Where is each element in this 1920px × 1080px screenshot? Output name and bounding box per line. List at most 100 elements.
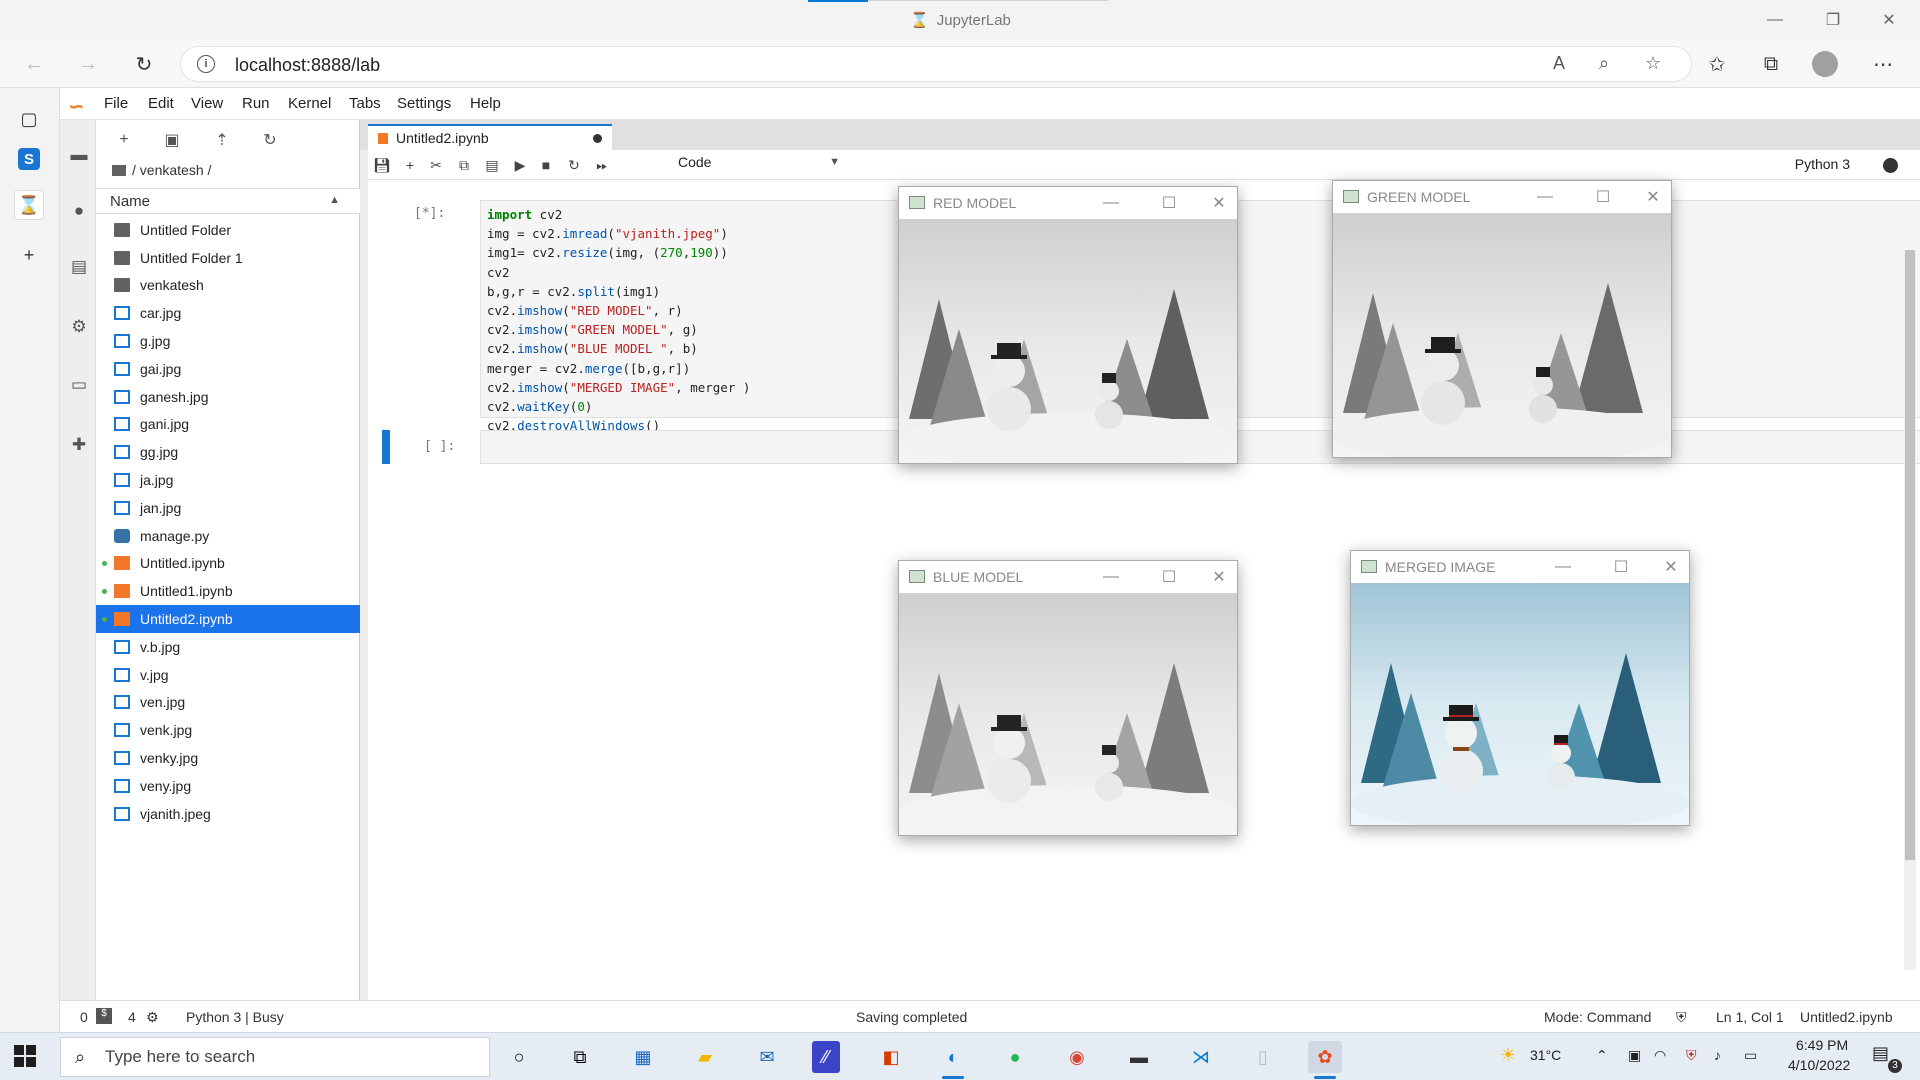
file-name[interactable]: gai.jpg (140, 361, 181, 377)
file-list-item[interactable]: vjanith.jpeg (96, 800, 360, 828)
chevron-down-icon[interactable]: ▼ (829, 156, 840, 168)
notepad-icon[interactable]: ▯ (1246, 1041, 1280, 1073)
office-icon[interactable]: ◧ (874, 1041, 908, 1073)
file-list-item[interactable]: veny.jpg (96, 772, 360, 800)
unsaved-dot-icon[interactable] (593, 134, 602, 143)
cut-icon[interactable]: ✂ (424, 155, 448, 175)
powerapps-icon[interactable]: ⁄⁄ (812, 1041, 840, 1073)
more-menu-icon[interactable]: ⋯ (1866, 48, 1900, 80)
menu-settings[interactable]: Settings (397, 95, 451, 112)
file-name[interactable]: ven.jpg (140, 694, 185, 710)
minimize-button[interactable]: — (1752, 0, 1798, 40)
file-name[interactable]: g.jpg (140, 333, 170, 349)
copy-icon[interactable]: ⧉ (452, 155, 476, 175)
refresh-files-icon[interactable]: ↻ (256, 128, 284, 152)
commands-icon[interactable]: ▤ (68, 256, 90, 278)
file-name[interactable]: Untitled1.ipynb (140, 583, 233, 599)
add-app-icon[interactable]: + (14, 240, 44, 270)
file-name[interactable]: ja.jpg (140, 472, 173, 488)
extensions-icon[interactable]: ✚ (68, 434, 90, 456)
menu-view[interactable]: View (191, 95, 223, 112)
url-text[interactable]: localhost:8888/lab (235, 55, 380, 76)
file-list-item[interactable]: Untitled Folder (96, 216, 360, 244)
minimize-icon[interactable]: — (1543, 555, 1583, 579)
device-icon[interactable]: ▣ (1628, 1047, 1641, 1064)
file-list-item[interactable]: manage.py (96, 522, 360, 550)
menu-help[interactable]: Help (470, 95, 501, 112)
file-list-item[interactable]: gai.jpg (96, 355, 360, 383)
scroll-thumb[interactable] (1905, 250, 1915, 860)
taskbar-search[interactable]: ⌕ Type here to search (60, 1037, 490, 1077)
maximize-icon[interactable]: ☐ (1149, 191, 1189, 215)
running-icon[interactable]: ● (68, 200, 90, 222)
wifi-icon[interactable]: ◠ (1654, 1047, 1666, 1064)
file-list-item[interactable]: venk.jpg (96, 716, 360, 744)
close-icon[interactable]: ✕ (1651, 555, 1691, 579)
file-list-item[interactable]: v.jpg (96, 661, 360, 689)
weather-icon[interactable]: ☀ (1500, 1045, 1516, 1066)
run-all-icon[interactable]: ⏩︎ (590, 155, 614, 175)
notebook-scrollbar[interactable] (1904, 250, 1916, 970)
favorites-icon[interactable]: ✩ (1700, 48, 1734, 80)
search-placeholder[interactable]: Type here to search (105, 1047, 255, 1067)
window-titlebar[interactable]: RED MODEL — ☐ ✕ (899, 187, 1237, 219)
tab-label[interactable]: Untitled2.ipynb (396, 130, 489, 146)
maximize-icon[interactable]: ☐ (1583, 185, 1623, 209)
menu-edit[interactable]: Edit (148, 95, 174, 112)
cell-type-select[interactable]: Code ▼ (678, 154, 840, 176)
sort-up-icon[interactable]: ▲ (329, 194, 340, 206)
breadcrumb-path[interactable]: / venkatesh / (132, 162, 211, 178)
notification-count[interactable]: 3 (1888, 1059, 1902, 1073)
refresh-button[interactable]: ↻ (128, 48, 160, 80)
paste-icon[interactable]: ▤ (480, 155, 504, 175)
terminal-count[interactable]: 0 (80, 1009, 88, 1025)
red-model-window[interactable]: RED MODEL — ☐ ✕ (898, 186, 1238, 464)
merged-image-window[interactable]: MERGED IMAGE — ☐ ✕ (1350, 550, 1690, 826)
notifications-icon[interactable]: ▤ (1872, 1043, 1889, 1064)
file-name[interactable]: car.jpg (140, 305, 181, 321)
battery-icon[interactable]: ▭ (1744, 1047, 1757, 1064)
file-list-item[interactable]: Untitled1.ipynb (96, 577, 360, 605)
temperature[interactable]: 31°C (1530, 1047, 1561, 1063)
save-icon[interactable]: 💾︎ (370, 155, 394, 175)
app-s-icon[interactable]: S (18, 148, 40, 170)
close-icon[interactable]: ✕ (1633, 185, 1673, 209)
edge-icon[interactable]: ◐ (936, 1041, 970, 1079)
chrome-icon[interactable]: ◉ (1060, 1041, 1094, 1073)
file-name[interactable]: Untitled2.ipynb (140, 611, 233, 627)
close-window-button[interactable]: ✕ (1866, 0, 1912, 40)
folder-crumb-icon[interactable] (112, 164, 126, 176)
task-view-icon[interactable]: ⧉ (563, 1041, 597, 1073)
kernel-status-gear-icon[interactable]: ⚙ (146, 1009, 159, 1026)
file-name[interactable]: ganesh.jpg (140, 389, 209, 405)
file-name[interactable]: Untitled.ipynb (140, 555, 225, 571)
stop-icon[interactable]: ■ (534, 155, 558, 175)
file-name[interactable]: vjanith.jpeg (140, 806, 211, 822)
close-icon[interactable]: ✕ (1199, 191, 1239, 215)
chevron-up-icon[interactable]: ⌃ (1596, 1047, 1608, 1064)
back-button[interactable]: ← (18, 48, 50, 80)
vscode-icon[interactable]: ⋊ (1184, 1041, 1218, 1073)
file-list-item[interactable]: v.b.jpg (96, 633, 360, 661)
file-name[interactable]: Untitled Folder (140, 222, 231, 238)
forward-button[interactable]: → (72, 48, 104, 80)
file-list-item[interactable]: car.jpg (96, 299, 360, 327)
file-list-item[interactable]: jan.jpg (96, 494, 360, 522)
jupyter-app-icon[interactable]: ⌛ (14, 190, 44, 220)
paint-icon[interactable]: ✿ (1308, 1041, 1342, 1079)
file-name[interactable]: veny.jpg (140, 778, 191, 794)
file-name[interactable]: v.b.jpg (140, 639, 180, 655)
shield-icon[interactable]: ⛨ (1676, 1009, 1687, 1026)
start-button[interactable] (14, 1045, 36, 1067)
new-launcher-icon[interactable]: + (110, 128, 138, 152)
file-list-item[interactable]: venky.jpg (96, 744, 360, 772)
kernel-name[interactable]: Python 3 (1795, 156, 1850, 172)
store-icon[interactable]: ▦ (626, 1041, 660, 1073)
terminal-icon[interactable]: $ (96, 1008, 112, 1024)
kernel-state[interactable]: Python 3 | Busy (186, 1009, 284, 1025)
cell-type-value[interactable]: Code (678, 154, 711, 170)
file-list-item[interactable]: ven.jpg (96, 689, 360, 717)
terminal-app-icon[interactable]: ▬ (1122, 1041, 1156, 1073)
file-explorer-icon[interactable]: ▰ (688, 1041, 722, 1073)
tabs-list-icon[interactable]: ▭ (68, 374, 90, 396)
